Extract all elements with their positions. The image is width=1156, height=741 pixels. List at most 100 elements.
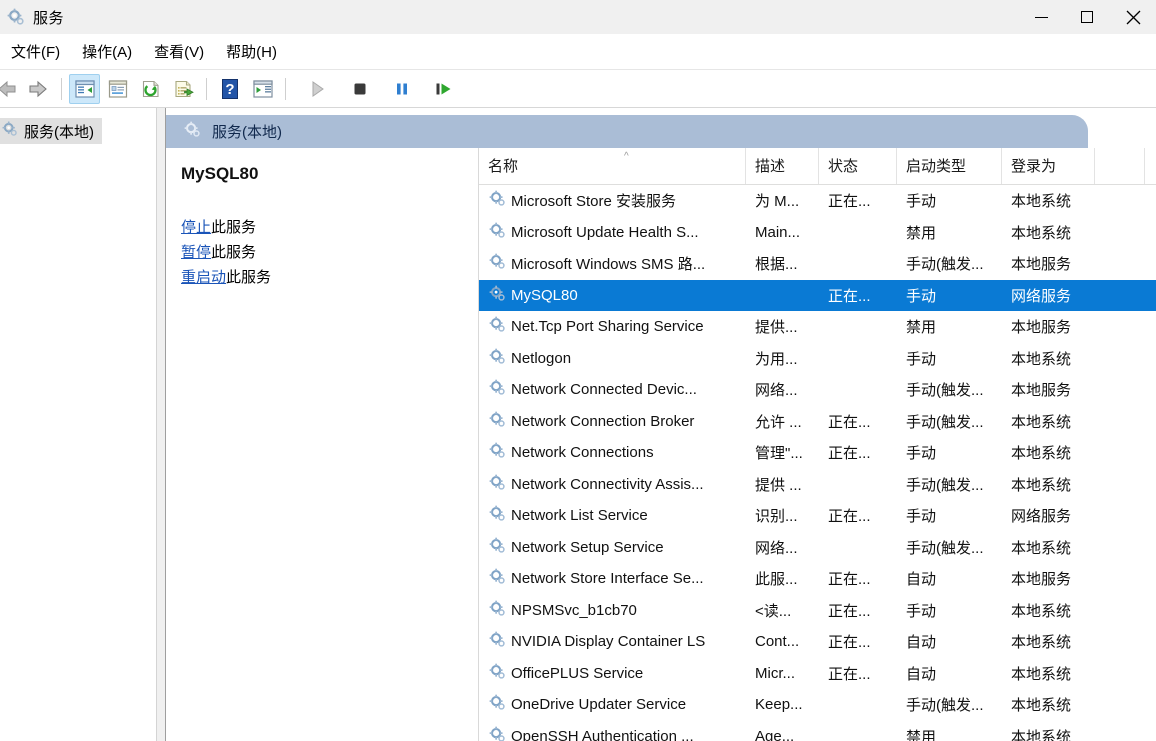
cell-service-name: Microsoft Store 安装服务: [479, 190, 746, 211]
cell-description: Micr...: [755, 664, 795, 682]
cell-startup-type: 手动: [906, 445, 937, 463]
column-header-status[interactable]: 状态: [819, 148, 897, 184]
service-name-text: MySQL80: [511, 286, 578, 304]
cell-startup-type: 手动: [906, 602, 937, 620]
table-row[interactable]: Microsoft Update Health S... Main... 禁用 本地系…: [479, 217, 1156, 249]
stop-this-service-suffix: 此服务: [211, 219, 257, 236]
pause-this-service-link[interactable]: 暂停: [181, 244, 211, 261]
table-row[interactable]: Net.Tcp Port Sharing Service 提供... 禁用 本地服务: [479, 311, 1156, 343]
menu-item-action[interactable]: 操作(A): [71, 39, 143, 64]
table-row[interactable]: NPSMSvc_b1cb70 <读... 正在... 手动 本地系统: [479, 595, 1156, 627]
export-list-button[interactable]: [168, 74, 199, 104]
cell-log-on-as: 本地系统: [1011, 350, 1072, 368]
properties-button[interactable]: [102, 74, 133, 104]
cell-description: 管理"...: [755, 445, 803, 463]
column-header-description[interactable]: 描述: [746, 148, 819, 184]
menu-item-help[interactable]: 帮助(H): [215, 39, 288, 64]
service-name-text: Network Setup Service: [511, 538, 664, 556]
help-button[interactable]: ?: [214, 74, 245, 104]
sort-ascending-icon: ^: [624, 151, 629, 162]
cell-log-on-as: 本地系统: [1011, 634, 1072, 652]
services-gear-icon: [489, 348, 506, 369]
table-row[interactable]: MySQL80 正在... 手动 网络服务: [479, 279, 1156, 311]
cell-service-name: Network Connected Devic...: [479, 379, 746, 400]
maximize-button[interactable]: [1064, 0, 1110, 34]
main-content: 服务(本地) 服务(本地) MySQL80 停止此服务 暂停此服务 重启动此服务…: [0, 108, 1156, 741]
services-gear-icon: [489, 505, 506, 526]
table-row[interactable]: Network Store Interface Se... 此服... 正在... 自…: [479, 563, 1156, 595]
column-header-status-label: 状态: [828, 158, 859, 175]
window-controls: [1018, 0, 1156, 34]
cell-service-name: Network List Service: [479, 505, 746, 526]
results-pane-title: 服务(本地): [212, 124, 282, 141]
column-header-name[interactable]: 名称 ^: [479, 148, 746, 184]
table-row[interactable]: OpenSSH Authentication ... Age... 禁用 本地系统: [479, 721, 1156, 741]
menu-item-help-label: 帮助(H): [226, 44, 277, 61]
cell-status: 正在...: [828, 413, 871, 431]
restart-this-service-row: 重启动此服务: [181, 265, 478, 290]
cell-status: 正在...: [828, 193, 871, 211]
menu-bar: 文件(F) 操作(A) 查看(V) 帮助(H): [0, 34, 1156, 70]
cell-description: 识别...: [755, 508, 798, 526]
services-gear-icon: [489, 631, 506, 652]
services-gear-icon: [184, 121, 201, 143]
table-row[interactable]: Microsoft Windows SMS 路... 根据... 手动(触发... 本…: [479, 248, 1156, 280]
tree-item-services-local[interactable]: 服务(本地): [0, 118, 102, 144]
stop-this-service-link[interactable]: 停止: [181, 219, 211, 236]
table-row[interactable]: Netlogon 为用... 手动 本地系统: [479, 343, 1156, 375]
minimize-button[interactable]: [1018, 0, 1064, 34]
table-row[interactable]: NVIDIA Display Container LS Cont... 正在... 自…: [479, 626, 1156, 658]
table-row[interactable]: Network Connections 管理"... 正在... 手动 本地系统: [479, 437, 1156, 469]
menu-item-file[interactable]: 文件(F): [0, 39, 71, 64]
show-action-pane-button[interactable]: [247, 74, 278, 104]
cell-service-name: Network Store Interface Se...: [479, 568, 746, 589]
cell-startup-type: 禁用: [906, 224, 937, 242]
services-gear-icon: [489, 474, 506, 495]
menu-item-file-label: 文件(F): [11, 44, 61, 61]
services-gear-icon: [489, 253, 506, 274]
forward-button[interactable]: [23, 74, 54, 104]
table-row[interactable]: Network Connected Devic... 网络... 手动(触发... 本…: [479, 374, 1156, 406]
column-header-filler: [1095, 148, 1145, 184]
table-row[interactable]: Network List Service 识别... 正在... 手动 网络服务: [479, 500, 1156, 532]
column-header-log-on-as[interactable]: 登录为: [1002, 148, 1095, 184]
stop-service-button[interactable]: [344, 74, 375, 104]
menu-item-action-label: 操作(A): [82, 44, 133, 61]
column-header-startup-type[interactable]: 启动类型: [897, 148, 1002, 184]
show-hide-tree-button[interactable]: [69, 73, 100, 104]
restart-this-service-suffix: 此服务: [226, 269, 272, 286]
restart-this-service-link[interactable]: 重启动: [181, 269, 226, 286]
cell-log-on-as: 本地系统: [1011, 539, 1072, 557]
close-button[interactable]: [1110, 0, 1156, 34]
cell-service-name: Net.Tcp Port Sharing Service: [479, 316, 746, 337]
cell-startup-type: 自动: [906, 634, 937, 652]
table-row[interactable]: Microsoft Store 安装服务 为 M... 正在... 手动 本地系统: [479, 185, 1156, 217]
table-row[interactable]: OneDrive Updater Service Keep... 手动(触发... 本…: [479, 689, 1156, 721]
service-name-text: Microsoft Windows SMS 路...: [511, 256, 706, 274]
cell-description: 允许 ...: [755, 413, 802, 431]
restart-service-button[interactable]: [428, 74, 459, 104]
cell-startup-type: 手动(触发...: [906, 697, 984, 715]
table-row[interactable]: Network Connectivity Assis... 提供 ... 手动(触发…: [479, 469, 1156, 501]
services-gear-icon: [489, 726, 506, 741]
service-name-text: Net.Tcp Port Sharing Service: [511, 318, 704, 336]
table-row[interactable]: Network Connection Broker 允许 ... 正在... 手动(触…: [479, 406, 1156, 438]
cell-startup-type: 手动(触发...: [906, 256, 984, 274]
cell-service-name: MySQL80: [479, 285, 746, 306]
refresh-button[interactable]: [135, 74, 166, 104]
pause-service-button[interactable]: [386, 74, 417, 104]
cell-log-on-as: 本地服务: [1011, 571, 1072, 589]
service-name-text: NVIDIA Display Container LS: [511, 633, 706, 651]
cell-description: Age...: [755, 727, 795, 741]
pane-splitter[interactable]: [157, 108, 166, 741]
cell-log-on-as: 本地系统: [1011, 413, 1072, 431]
cell-status: 正在...: [828, 634, 871, 652]
tree-item-label: 服务(本地): [24, 123, 94, 141]
toolbar: ?: [0, 70, 1156, 108]
services-gear-icon: [489, 663, 506, 684]
back-button[interactable]: [0, 74, 21, 104]
table-row[interactable]: Network Setup Service 网络... 手动(触发... 本地系统: [479, 532, 1156, 564]
table-row[interactable]: OfficePLUS Service Micr... 正在... 自动 本地系统: [479, 658, 1156, 690]
cell-description: 提供 ...: [755, 476, 802, 494]
menu-item-view[interactable]: 查看(V): [143, 39, 215, 64]
